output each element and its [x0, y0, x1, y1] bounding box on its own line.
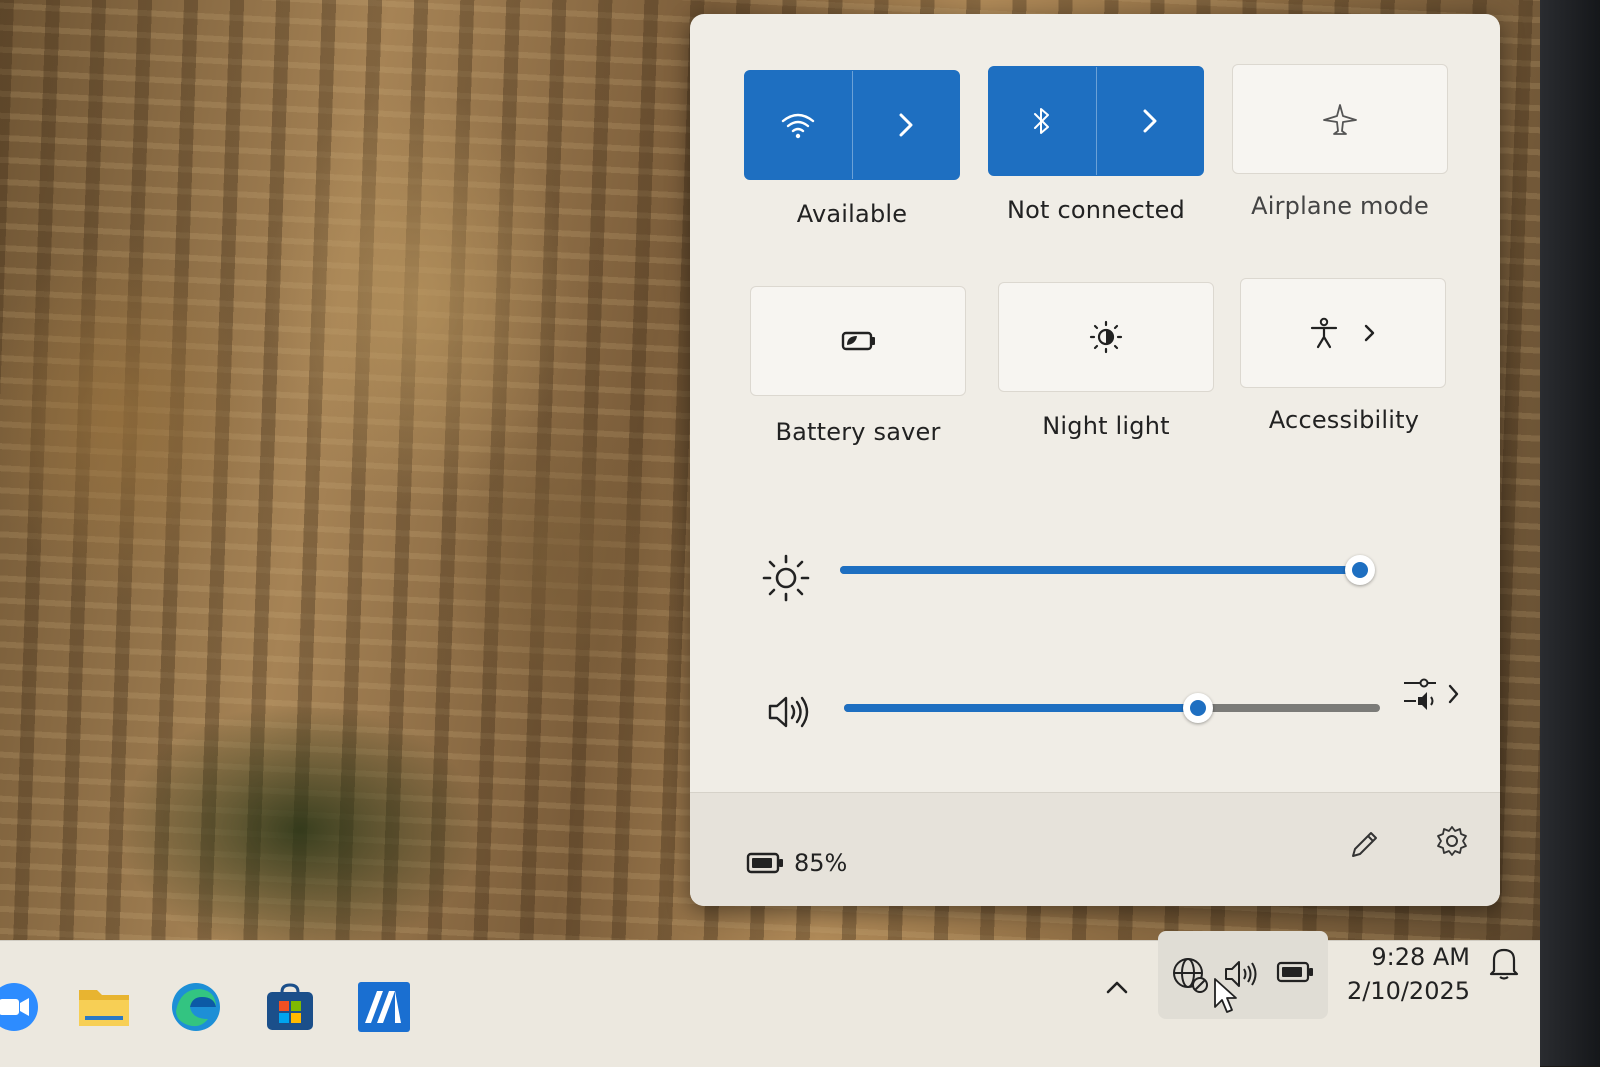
wifi-tile-label: Available	[796, 200, 908, 228]
globe-no-internet-icon	[1173, 958, 1208, 993]
battery-saver-tile-label: Battery saver	[775, 418, 941, 446]
mouse-cursor-icon	[1214, 978, 1237, 1013]
chevron-up-icon	[1106, 981, 1128, 994]
edit-quick-settings-button[interactable]	[1342, 823, 1386, 867]
battery-percent: 85%	[794, 849, 848, 877]
brightness-slider[interactable]	[840, 555, 1375, 585]
bluetooth-toggle[interactable]	[989, 67, 1096, 175]
brightness-icon	[762, 554, 810, 602]
battery-icon	[1276, 961, 1313, 983]
accessibility-tile[interactable]	[1240, 278, 1446, 388]
battery-status-button[interactable]: 85%	[746, 849, 847, 877]
airplane-icon	[1323, 104, 1357, 135]
night-light-icon	[1089, 320, 1123, 354]
clock-button[interactable]: 9:28 AM 2/10/2025	[1340, 929, 1470, 1017]
taskbar-zoom[interactable]	[0, 979, 42, 1035]
night-light-tile-label: Night light	[1042, 412, 1170, 440]
brightness-slider-thumb[interactable]	[1345, 555, 1375, 585]
brightness-slider-fill	[840, 566, 1360, 574]
bell-icon	[1489, 948, 1519, 980]
taskbar-store[interactable]	[262, 979, 318, 1035]
battery-saver-tile[interactable]	[750, 286, 966, 396]
taskbar-file-explorer[interactable]	[76, 979, 132, 1035]
airplane-mode-tile[interactable]	[1232, 64, 1448, 174]
wifi-tile[interactable]	[744, 70, 960, 180]
zoom-icon	[0, 983, 38, 1031]
speaker-icon	[768, 696, 809, 728]
taskbar-edge[interactable]	[168, 979, 224, 1035]
chevron-right-icon[interactable]	[1361, 321, 1379, 345]
settings-button[interactable]	[1430, 819, 1474, 863]
show-hidden-icons-button[interactable]	[1096, 963, 1138, 1011]
bluetooth-tile[interactable]	[988, 66, 1204, 176]
clock-date: 2/10/2025	[1346, 977, 1470, 1005]
app-icon	[358, 982, 410, 1032]
night-light-tile[interactable]	[998, 282, 1214, 392]
accessibility-icon	[1310, 317, 1338, 349]
taskbar-app[interactable]	[356, 979, 412, 1035]
audio-mixer-icon	[1404, 678, 1436, 710]
notification-button[interactable]	[1484, 941, 1524, 985]
taskbar: 9:28 AM 2/10/2025	[0, 931, 1540, 1067]
volume-slider-fill	[844, 704, 1198, 712]
wifi-chevron-button[interactable]	[853, 71, 960, 179]
volume-slider-thumb[interactable]	[1182, 693, 1213, 723]
bluetooth-tile-label: Not connected	[1007, 196, 1185, 224]
chevron-right-icon	[899, 113, 913, 137]
system-tray-quick-settings-button[interactable]	[1158, 931, 1328, 1019]
clock-time: 9:28 AM	[1371, 943, 1470, 971]
battery-saver-icon	[841, 331, 875, 351]
screen-bezel	[1540, 0, 1600, 1066]
bluetooth-chevron-button[interactable]	[1097, 67, 1204, 175]
file-explorer-icon	[79, 990, 129, 1026]
battery-icon	[746, 852, 783, 874]
audio-mixer-button[interactable]	[1402, 670, 1466, 718]
edge-icon	[172, 983, 220, 1031]
chevron-right-icon	[1143, 109, 1157, 133]
wifi-icon	[782, 113, 815, 139]
wifi-toggle[interactable]	[745, 71, 852, 179]
store-icon	[267, 983, 313, 1030]
quick-settings-footer: 85%	[690, 792, 1500, 906]
chevron-right-icon	[1448, 684, 1459, 704]
accessibility-tile-label: Accessibility	[1268, 406, 1420, 434]
pencil-icon	[1352, 832, 1377, 857]
volume-slider[interactable]	[844, 693, 1380, 723]
bluetooth-icon	[1034, 108, 1050, 134]
quick-settings-panel: Available Not connected Airplane mode Ba…	[690, 14, 1500, 906]
airplane-mode-tile-label: Airplane mode	[1251, 192, 1429, 220]
gear-icon	[1437, 826, 1467, 856]
